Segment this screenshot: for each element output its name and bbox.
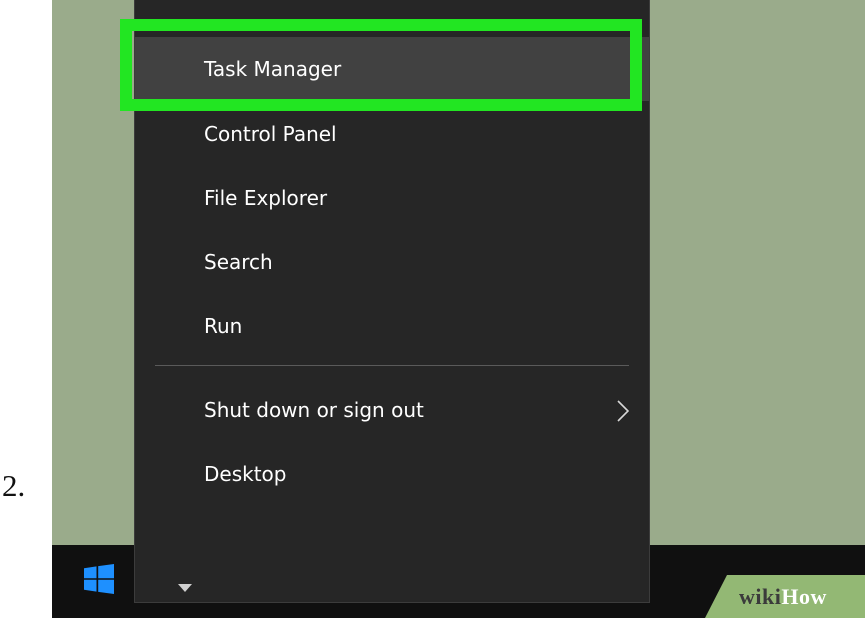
desktop-screenshot: Task Manager Control Panel File Explorer… [52,0,865,618]
menu-item-label: Search [204,250,273,274]
menu-item-label: Task Manager [204,57,342,81]
menu-item-label: Control Panel [204,122,337,146]
menu-item-task-manager[interactable]: Task Manager [135,37,649,101]
watermark-how-text: How [781,584,827,609]
power-user-menu: Task Manager Control Panel File Explorer… [135,0,649,602]
menu-item-search[interactable]: Search [135,230,649,294]
caret-down-icon[interactable] [178,578,192,592]
step-number: 2. [2,468,26,503]
menu-item-desktop[interactable]: Desktop [135,442,649,506]
menu-item-label: Desktop [204,462,287,486]
menu-item-file-explorer[interactable]: File Explorer [135,166,649,230]
menu-item-label: Shut down or sign out [204,398,424,422]
page: 2. Task Manager Control Panel File Explo… [0,0,865,618]
menu-item-label: Run [204,314,243,338]
chevron-right-icon [617,400,629,422]
start-button[interactable] [84,564,114,594]
menu-item-run[interactable]: Run [135,294,649,358]
menu-item-control-panel[interactable]: Control Panel [135,102,649,166]
menu-item-shut-down-or-sign-out[interactable]: Shut down or sign out [135,378,649,442]
watermark-wiki-text: wiki [739,584,782,609]
menu-item-label: File Explorer [204,186,328,210]
menu-separator [155,365,629,366]
wikihow-watermark: wikiHow [705,575,865,618]
windows-logo-icon [84,564,114,594]
